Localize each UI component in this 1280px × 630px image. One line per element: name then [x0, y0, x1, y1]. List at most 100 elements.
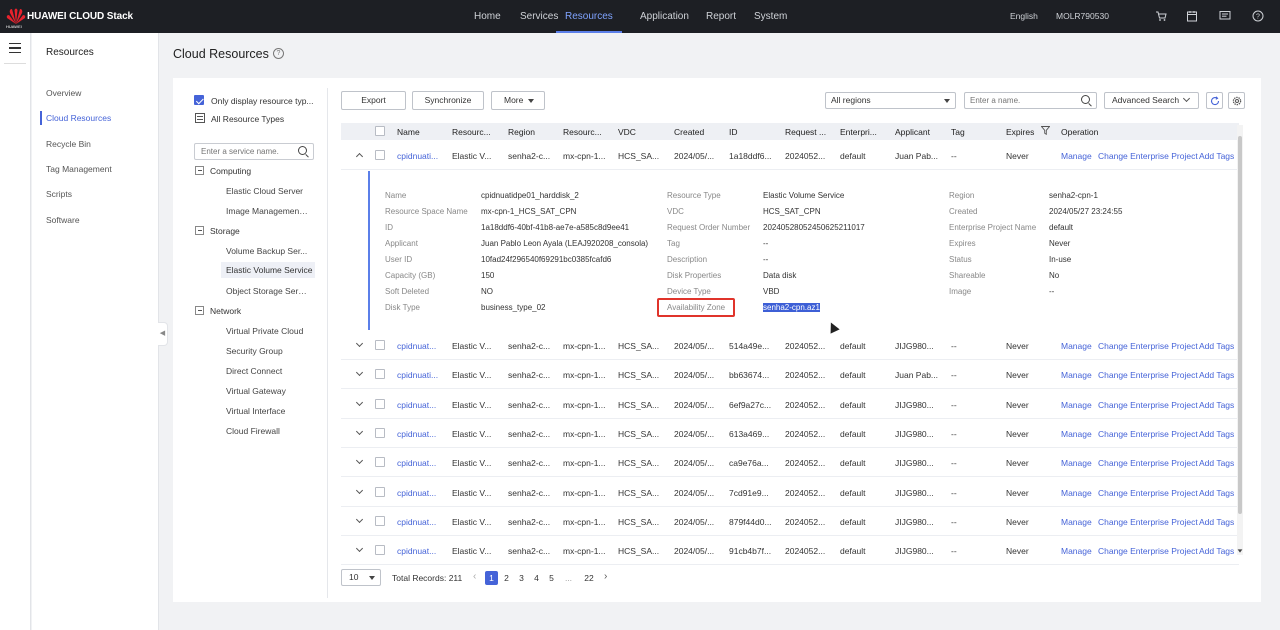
tree-category-network[interactable]: Network	[210, 306, 241, 316]
help-circle-icon[interactable]: ?	[273, 48, 284, 59]
select-all-checkbox[interactable]	[375, 126, 385, 136]
manage-link[interactable]: Manage	[1061, 370, 1092, 380]
tree-item-direct-connect[interactable]: Direct Connect	[226, 366, 310, 376]
manage-link[interactable]: Manage	[1061, 488, 1092, 498]
col-name[interactable]: Name	[397, 127, 420, 137]
scroll-down-icon[interactable]	[1237, 549, 1243, 553]
manage-link[interactable]: Manage	[1061, 517, 1092, 527]
change-enterprise-project-link[interactable]: Change Enterprise Project	[1098, 429, 1198, 439]
synchronize-button[interactable]: Synchronize	[412, 91, 484, 110]
tree-item-security-group[interactable]: Security Group	[226, 346, 310, 356]
service-search-input[interactable]	[194, 143, 314, 160]
page-ellipsis[interactable]: ...	[562, 571, 575, 585]
row-name-link[interactable]: cpidnuat...	[397, 546, 436, 556]
collapse-computing-icon[interactable]	[195, 166, 204, 175]
calendar-icon[interactable]	[1186, 10, 1198, 22]
col-resource-type[interactable]: Resourc...	[452, 127, 491, 137]
sidebar-item-software[interactable]: Software	[46, 215, 80, 225]
search-icon[interactable]	[298, 146, 307, 155]
manage-link[interactable]: Manage	[1061, 429, 1092, 439]
col-expires[interactable]: Expires	[1006, 127, 1034, 137]
change-enterprise-project-link[interactable]: Change Enterprise Project	[1098, 370, 1198, 380]
tree-item-volume-backup[interactable]: Volume Backup Ser...	[226, 246, 310, 256]
row-name-link[interactable]: cpidnuat...	[397, 429, 436, 439]
tree-item-virtual-interface[interactable]: Virtual Interface	[226, 406, 310, 416]
change-enterprise-project-link[interactable]: Change Enterprise Project	[1098, 517, 1198, 527]
col-applicant[interactable]: Applicant	[895, 127, 930, 137]
message-icon[interactable]	[1219, 10, 1231, 22]
tree-category-storage[interactable]: Storage	[210, 226, 240, 236]
nav-services[interactable]: Services	[520, 0, 558, 33]
tree-item-virtual-gateway[interactable]: Virtual Gateway	[226, 386, 310, 396]
add-tags-link[interactable]: Add Tags	[1199, 517, 1234, 527]
nav-resources[interactable]: Resources	[556, 0, 622, 33]
sidebar-item-overview[interactable]: Overview	[46, 88, 81, 98]
all-resource-types-label[interactable]: All Resource Types	[211, 114, 284, 124]
name-search-input[interactable]	[964, 92, 1097, 109]
sidebar-item-recycle-bin[interactable]: Recycle Bin	[46, 139, 91, 149]
row-checkbox[interactable]	[375, 516, 385, 526]
add-tags-link[interactable]: Add Tags	[1199, 458, 1234, 468]
page-5[interactable]: 5	[545, 571, 558, 585]
more-button[interactable]: More	[491, 91, 545, 110]
nav-application[interactable]: Application	[640, 0, 689, 33]
next-page-icon[interactable]: ›	[604, 571, 607, 582]
change-enterprise-project-link[interactable]: Change Enterprise Project	[1098, 400, 1198, 410]
tree-item-object-storage[interactable]: Object Storage Servi...	[226, 286, 310, 296]
manage-link[interactable]: Manage	[1061, 458, 1092, 468]
page-1[interactable]: 1	[485, 571, 498, 585]
col-created[interactable]: Created	[674, 127, 704, 137]
tree-item-image-management[interactable]: Image Management ...	[226, 206, 310, 216]
only-display-checkbox[interactable]	[194, 95, 204, 105]
col-resource-space[interactable]: Resourc...	[563, 127, 602, 137]
row-checkbox[interactable]	[375, 340, 385, 350]
sidebar-item-tag-management[interactable]: Tag Management	[46, 164, 112, 174]
sidebar-item-scripts[interactable]: Scripts	[46, 189, 72, 199]
manage-link[interactable]: Manage	[1061, 151, 1092, 161]
tree-item-elastic-volume-service[interactable]: Elastic Volume Service	[221, 262, 315, 278]
tree-category-computing[interactable]: Computing	[210, 166, 251, 176]
help-icon[interactable]: ?	[1252, 10, 1264, 22]
row-name-link[interactable]: cpidnuat...	[397, 517, 436, 527]
add-tags-link[interactable]: Add Tags	[1199, 370, 1234, 380]
row-name-link[interactable]: cpidnuat...	[397, 400, 436, 410]
col-id[interactable]: ID	[729, 127, 738, 137]
add-tags-link[interactable]: Add Tags	[1199, 429, 1234, 439]
tree-item-vpc[interactable]: Virtual Private Cloud	[226, 326, 310, 336]
menu-icon[interactable]	[9, 43, 21, 53]
settings-button[interactable]	[1228, 92, 1245, 109]
nav-system[interactable]: System	[754, 0, 787, 33]
prev-page-icon[interactable]: ‹	[473, 571, 476, 582]
table-scrollbar-thumb[interactable]	[1238, 136, 1242, 514]
language-selector[interactable]: English	[1010, 0, 1038, 33]
tree-item-cloud-firewall[interactable]: Cloud Firewall	[226, 426, 310, 436]
row-name-link[interactable]: cpidnuati...	[397, 370, 438, 380]
col-enterprise[interactable]: Enterpri...	[840, 127, 877, 137]
page-2[interactable]: 2	[500, 571, 513, 585]
filter-icon[interactable]	[1041, 126, 1050, 135]
row-name-link[interactable]: cpidnuati...	[397, 151, 438, 161]
page-3[interactable]: 3	[515, 571, 528, 585]
row-checkbox[interactable]	[375, 150, 385, 160]
sidebar-item-cloud-resources[interactable]: Cloud Resources	[46, 113, 111, 123]
row-checkbox[interactable]	[375, 428, 385, 438]
region-select[interactable]: All regions	[825, 92, 956, 109]
manage-link[interactable]: Manage	[1061, 400, 1092, 410]
manage-link[interactable]: Manage	[1061, 341, 1092, 351]
row-checkbox[interactable]	[375, 545, 385, 555]
col-region[interactable]: Region	[508, 127, 535, 137]
row-checkbox[interactable]	[375, 399, 385, 409]
col-vdc[interactable]: VDC	[618, 127, 636, 137]
refresh-button[interactable]	[1206, 92, 1223, 109]
page-size-select[interactable]: 10	[341, 569, 381, 586]
name-search-icon[interactable]	[1081, 95, 1090, 104]
row-name-link[interactable]: cpidnuat...	[397, 458, 436, 468]
collapse-storage-icon[interactable]	[195, 226, 204, 235]
user-menu[interactable]: MOLR790530	[1056, 0, 1109, 33]
row-checkbox[interactable]	[375, 457, 385, 467]
change-enterprise-project-link[interactable]: Change Enterprise Project	[1098, 546, 1198, 556]
change-enterprise-project-link[interactable]: Change Enterprise Project	[1098, 151, 1198, 161]
page-22[interactable]: 22	[580, 571, 598, 585]
add-tags-link[interactable]: Add Tags	[1199, 546, 1234, 556]
collapse-sidebar-button[interactable]: ◀	[158, 322, 168, 346]
